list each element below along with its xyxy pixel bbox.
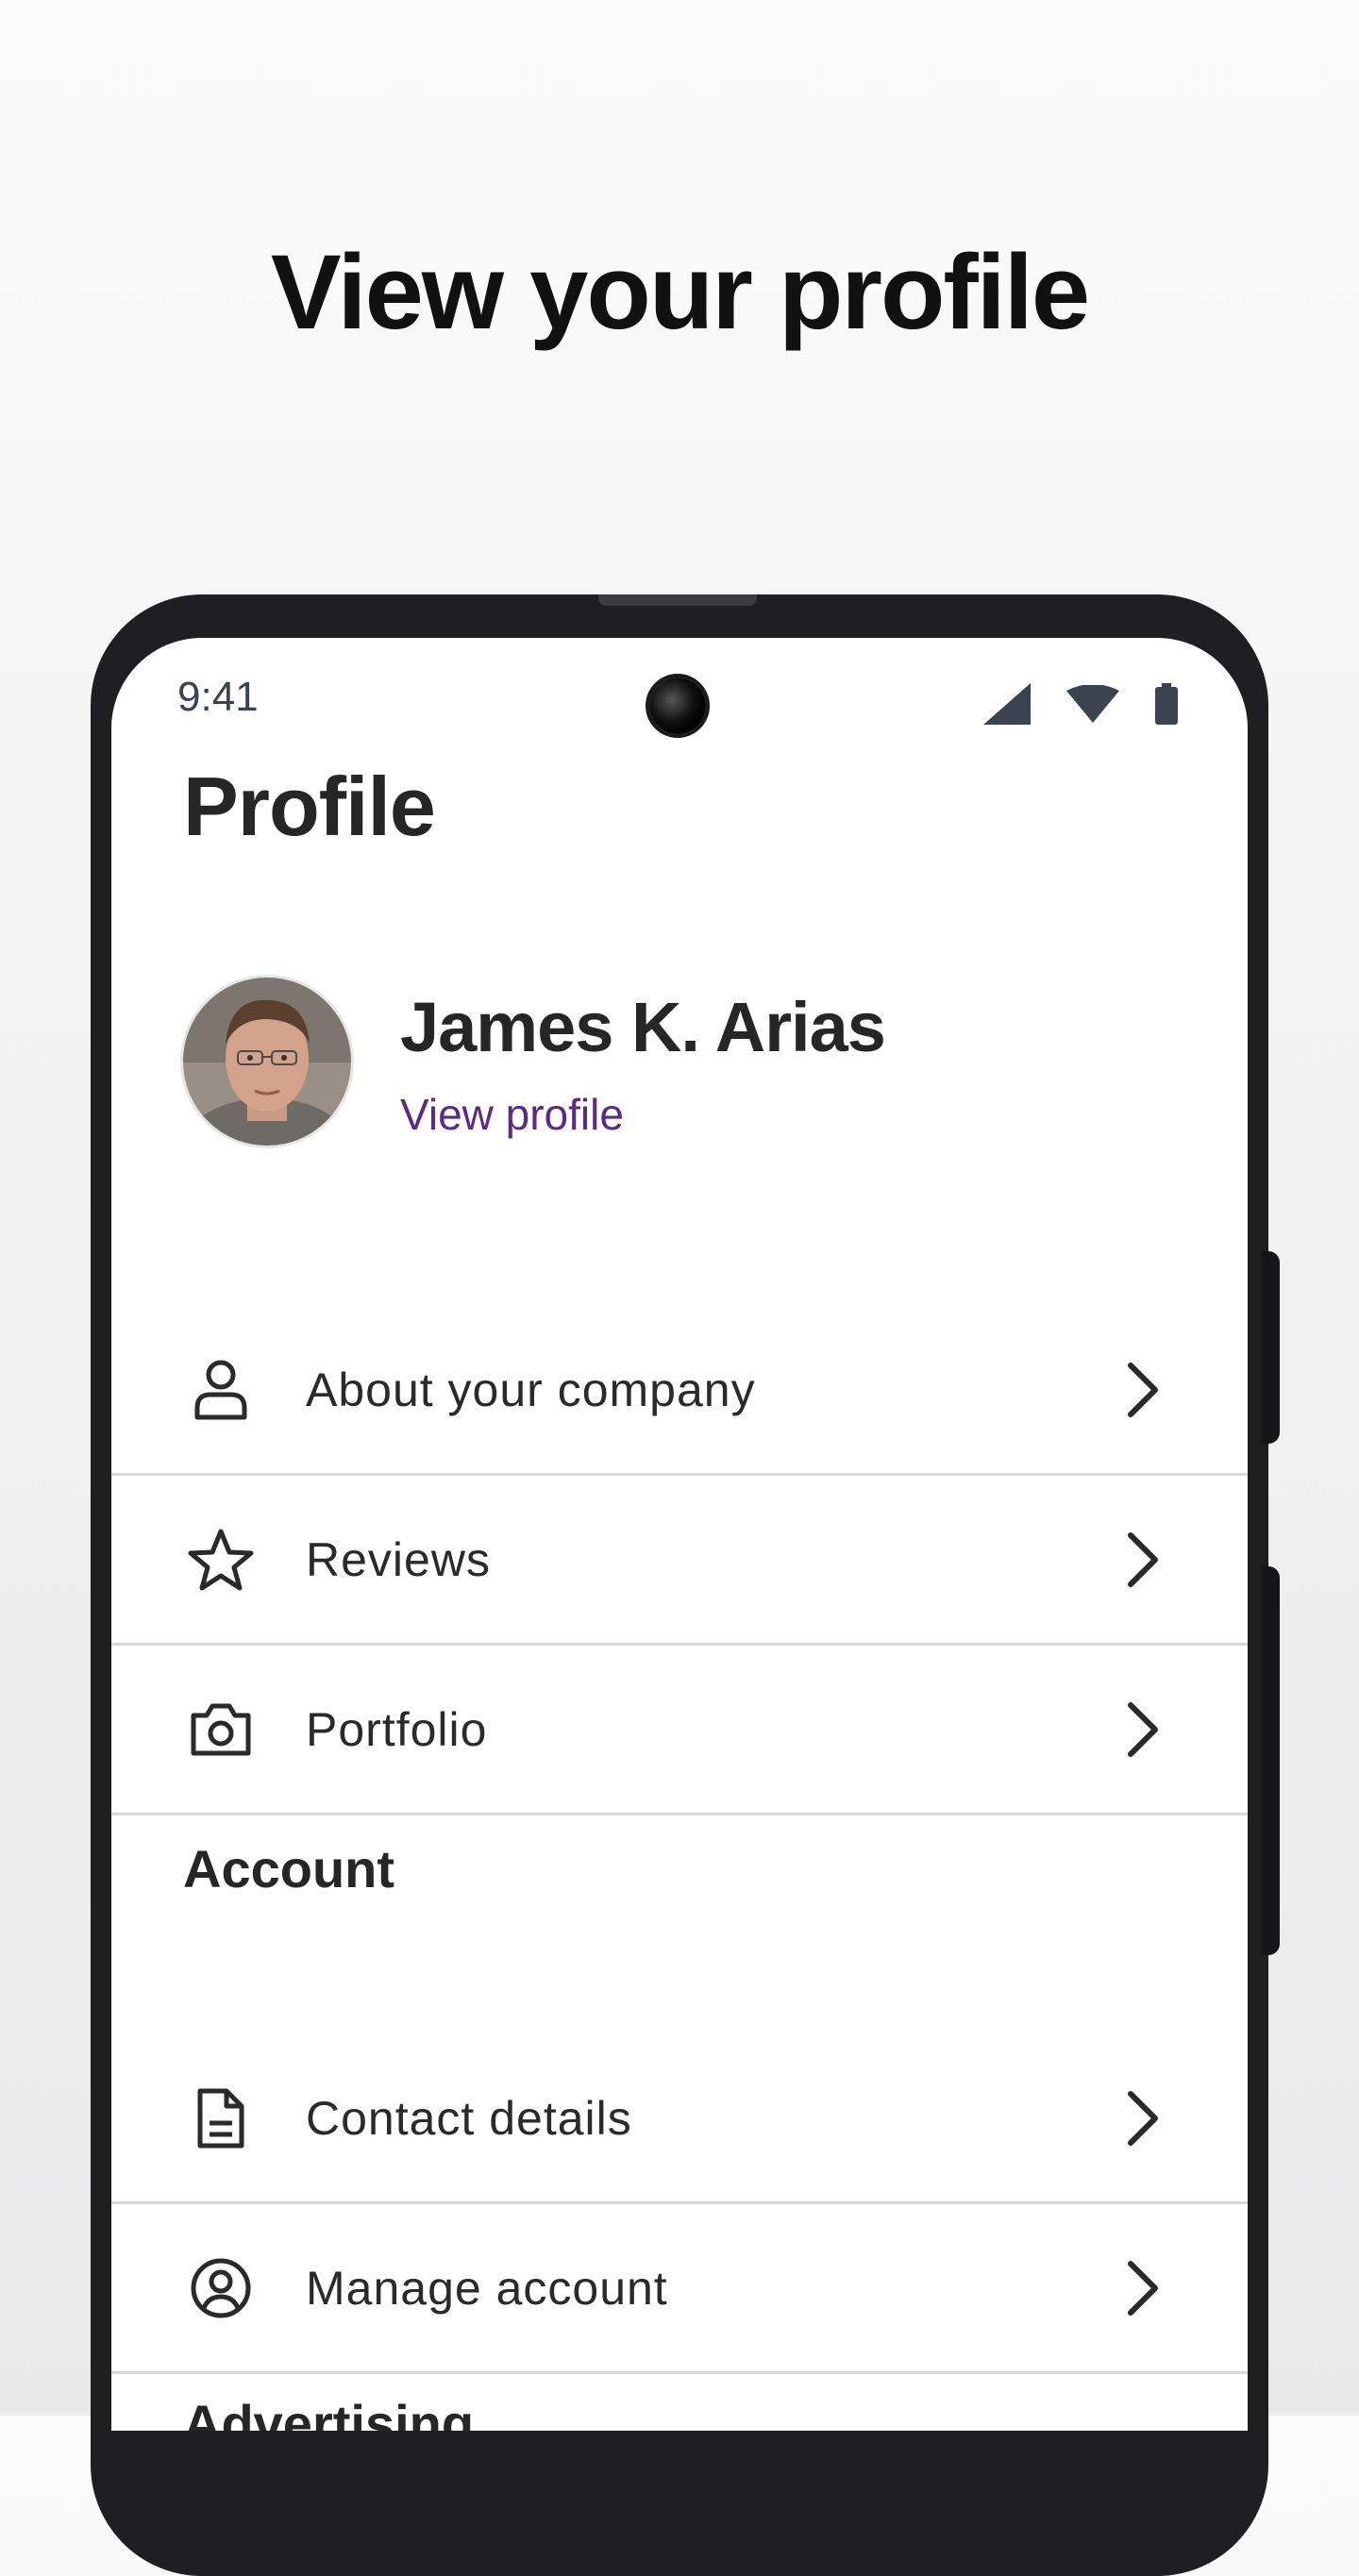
chevron-right-icon (1121, 1360, 1163, 1420)
menu-item-manage-account[interactable]: Manage account (111, 2204, 1248, 2374)
chevron-right-icon (1121, 2088, 1163, 2149)
user-name: James K. Arias (400, 988, 886, 1066)
status-time: 9:41 (177, 674, 259, 720)
phone-screen: 9:41 Profile James K. Arias View profile… (111, 638, 1248, 2431)
view-profile-link[interactable]: View profile (400, 1089, 624, 1140)
wifi-icon (1066, 685, 1119, 723)
status-icons (983, 683, 1178, 725)
section-title-account: Account (183, 1839, 394, 1899)
camera-icon (187, 1696, 255, 1764)
document-icon (187, 2084, 255, 2152)
page-title: Profile (183, 760, 436, 853)
phone-notch (598, 594, 757, 606)
star-icon (187, 1526, 255, 1594)
person-icon (187, 1356, 255, 1424)
account-circle-icon (187, 2254, 255, 2322)
menu-item-label: Contact details (306, 2091, 632, 2145)
menu-item-label: Reviews (306, 1532, 491, 1586)
menu-item-about-company[interactable]: About your company (111, 1306, 1248, 1476)
menu-item-contact-details[interactable]: Contact details (111, 2034, 1248, 2204)
menu-item-portfolio[interactable]: Portfolio (111, 1646, 1248, 1815)
menu-item-label: Portfolio (306, 1702, 488, 1756)
front-camera (649, 677, 706, 734)
section-title-advertising: Advertising (183, 2394, 475, 2431)
battery-icon (1155, 683, 1178, 725)
menu-item-reviews[interactable]: Reviews (111, 1476, 1248, 1646)
menu-item-label: About your company (306, 1363, 756, 1416)
signal-icon (983, 683, 1031, 725)
headline: View your profile (270, 233, 1090, 351)
chevron-right-icon (1121, 1699, 1163, 1760)
phone-power-button (1261, 1251, 1280, 1444)
chevron-right-icon (1121, 1530, 1163, 1590)
phone-volume-button (1261, 1566, 1280, 1955)
chevron-right-icon (1121, 2258, 1163, 2318)
menu-item-label: Manage account (306, 2261, 668, 2315)
avatar[interactable] (183, 978, 351, 1146)
